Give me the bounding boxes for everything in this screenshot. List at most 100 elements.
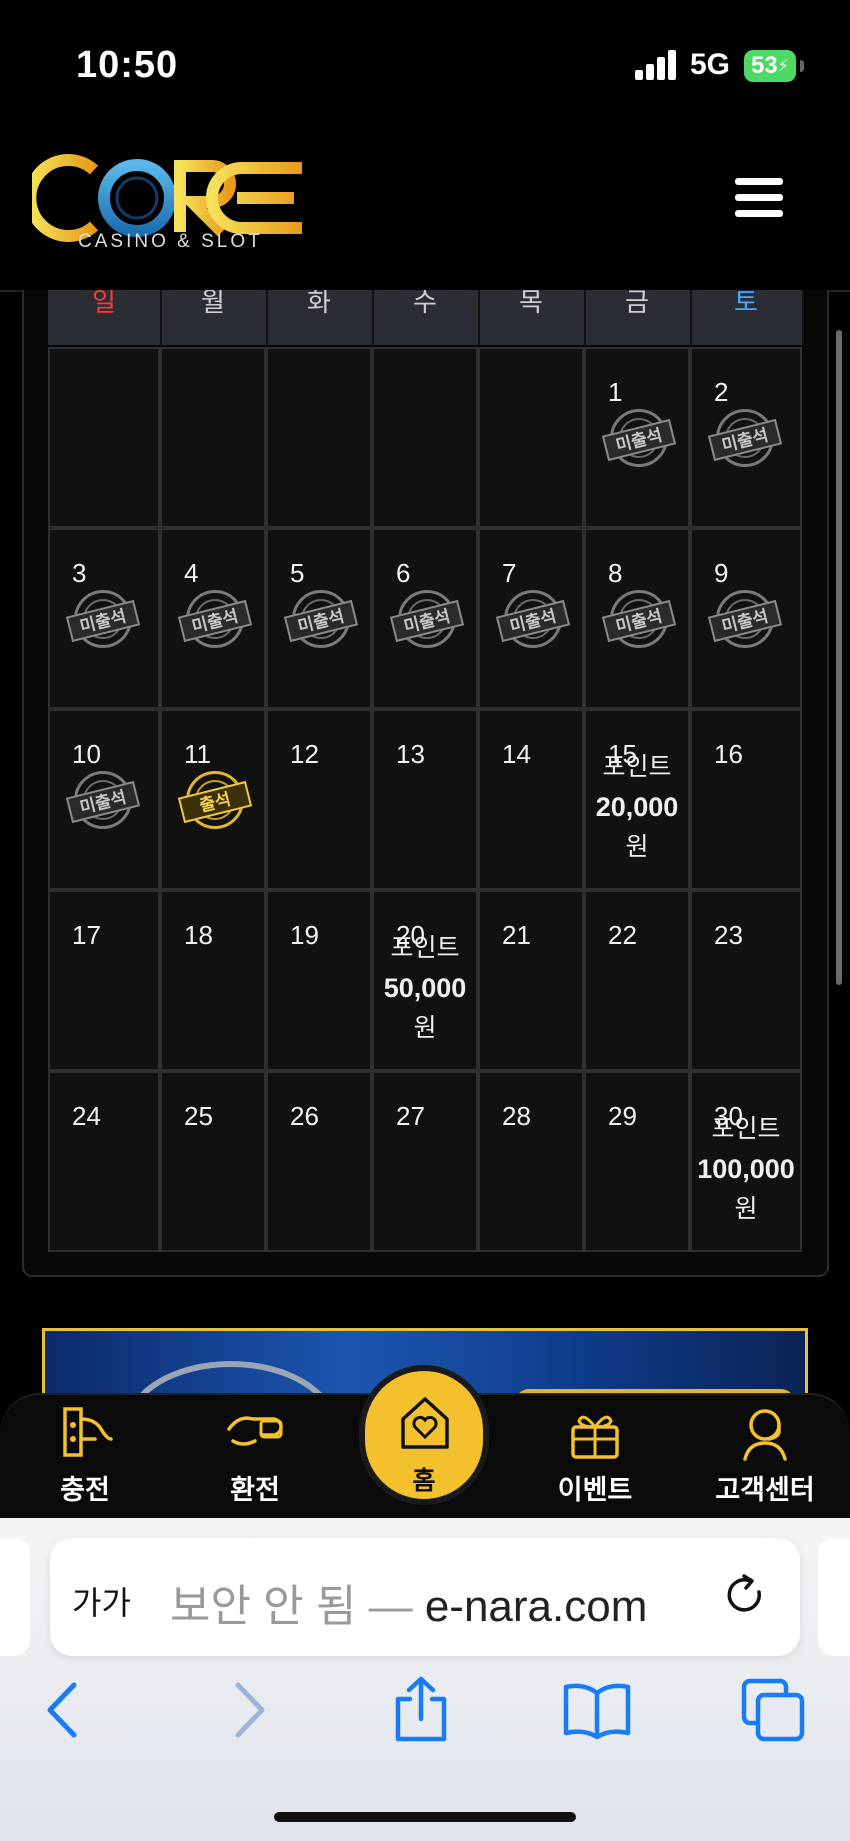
day-number: 10 (72, 739, 101, 769)
calendar-day-cell: 24 (48, 1071, 160, 1252)
weekday-label: 화 (307, 290, 331, 317)
reward-info: 포인트 20,000 원 (586, 747, 688, 867)
missed-stamp-icon: 미출석 (177, 588, 254, 652)
calendar-day-cell: 3 미출석 (48, 528, 160, 709)
day-number: 11 (184, 739, 211, 769)
day-number: 16 (714, 739, 743, 769)
day-number: 22 (608, 920, 637, 950)
weekday-label: 목 (519, 290, 543, 317)
day-number: 5 (290, 558, 305, 588)
reward-amount: 20,000 (595, 792, 679, 822)
day-number: 24 (72, 1101, 101, 1131)
url-domain: e-nara.com (424, 1582, 648, 1631)
nav-support[interactable]: 고객센터 (700, 1405, 830, 1515)
calendar-day-cell: 13 (372, 709, 478, 890)
scrollbar[interactable] (836, 330, 842, 985)
day-number: 26 (290, 1101, 319, 1131)
day-number: 14 (502, 739, 531, 769)
calendar-day-cell: 15 포인트 20,000 원 (584, 709, 690, 890)
nav-home-button[interactable]: 홈 (359, 1365, 489, 1505)
calendar-day-cell: 25 (160, 1071, 266, 1252)
day-number: 13 (396, 739, 425, 769)
reload-icon[interactable] (722, 1572, 768, 1618)
day-number: 4 (184, 558, 199, 588)
calendar-day-cell (266, 347, 372, 528)
hamburger-menu-icon[interactable] (735, 178, 783, 218)
share-icon[interactable] (386, 1675, 456, 1745)
calendar-day-cell: 2 미출석 (690, 347, 802, 528)
missed-stamp-icon: 미출석 (389, 588, 466, 652)
day-number: 7 (502, 558, 517, 588)
calendar-day-cell (160, 347, 266, 528)
calendar-day-cell: 6 미출석 (372, 528, 478, 709)
nav-deposit-label: 충전 (60, 1475, 110, 1505)
nav-support-label: 고객센터 (715, 1475, 815, 1505)
home-heart-icon (401, 1397, 449, 1449)
weekday-2: 화 (266, 290, 374, 345)
day-number: 19 (290, 920, 319, 950)
reward-unit: 원 (734, 1195, 758, 1223)
day-number: 9 (714, 558, 729, 588)
calendar-day-cell: 8 미출석 (584, 528, 690, 709)
attended-stamp-icon: 출석 (177, 769, 254, 833)
status-time: 10:50 (76, 44, 179, 86)
bookmarks-icon[interactable] (562, 1675, 632, 1745)
calendar-day-cell: 30 포인트 100,000 원 (690, 1071, 802, 1252)
nav-event-label: 이벤트 (557, 1475, 633, 1505)
calendar-day-cell: 23 (690, 890, 802, 1071)
nav-deposit[interactable]: 충전 (20, 1405, 150, 1515)
weekday-label: 일 (92, 290, 116, 317)
calendar-day-cell: 21 (478, 890, 584, 1071)
weekday-1: 월 (160, 290, 268, 345)
nav-withdraw-label: 환전 (230, 1475, 280, 1505)
day-number: 1 (608, 377, 623, 407)
calendar-day-cell: 18 (160, 890, 266, 1071)
nav-event[interactable]: 이벤트 (530, 1405, 660, 1515)
calendar-day-cell (372, 347, 478, 528)
calendar-day-cell: 11 출석 (160, 709, 266, 890)
day-number: 29 (608, 1101, 637, 1131)
signal-icon (635, 50, 677, 80)
text-size-button[interactable]: 가가 (72, 1578, 131, 1624)
day-number: 18 (184, 920, 213, 950)
reward-info: 포인트 50,000 원 (374, 928, 476, 1048)
prev-tab-card[interactable] (0, 1538, 30, 1656)
day-number: 23 (714, 920, 743, 950)
battery-cap (800, 60, 804, 72)
forward-icon[interactable] (212, 1675, 282, 1745)
network-label: 5G (690, 48, 731, 81)
calendar-day-cell: 4 미출석 (160, 528, 266, 709)
calendar-day-cell: 16 (690, 709, 802, 890)
url-text[interactable]: 보안 안 됨 — e-nara.com (170, 1570, 647, 1634)
home-indicator (274, 1812, 576, 1822)
url-prefix: 보안 안 됨 — (170, 1582, 425, 1631)
weekday-0: 일 (48, 290, 162, 345)
withdraw-icon (227, 1416, 283, 1446)
missed-stamp-icon: 미출석 (65, 769, 142, 833)
missed-stamp-icon: 미출석 (707, 407, 784, 471)
day-number: 6 (396, 558, 411, 588)
back-icon[interactable] (30, 1675, 100, 1745)
calendar-day-cell: 14 (478, 709, 584, 890)
day-number: 2 (714, 377, 729, 407)
missed-stamp-icon: 미출석 (65, 588, 142, 652)
calendar-day-cell: 19 (266, 890, 372, 1071)
calendar-day-cell: 9 미출석 (690, 528, 802, 709)
day-number: 17 (72, 920, 101, 950)
calendar-day-cell: 5 미출석 (266, 528, 372, 709)
calendar-day-cell: 12 (266, 709, 372, 890)
calendar-day-cell: 22 (584, 890, 690, 1071)
nav-withdraw[interactable]: 환전 (190, 1405, 320, 1515)
calendar-day-cell (48, 347, 160, 528)
day-number: 28 (502, 1101, 531, 1131)
day-number: 8 (608, 558, 623, 588)
reward-info: 포인트 100,000 원 (692, 1109, 800, 1229)
missed-stamp-icon: 미출석 (495, 588, 572, 652)
calendar-day-cell: 10 미출석 (48, 709, 160, 890)
deposit-icon (63, 1407, 113, 1457)
battery-icon: 53 ⚡ (744, 50, 796, 82)
weekday-6: 토 (690, 290, 804, 345)
reward-label: 포인트 (711, 1115, 781, 1143)
next-tab-card[interactable] (818, 1538, 850, 1656)
tabs-icon[interactable] (738, 1675, 808, 1745)
